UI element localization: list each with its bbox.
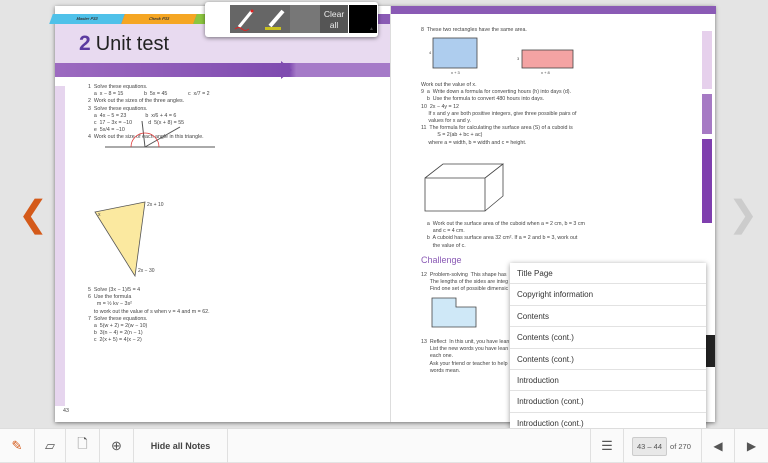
highlighter-icon (265, 9, 285, 30)
highlighter-tool-button[interactable] (260, 5, 290, 33)
text-line: each one. (421, 353, 454, 360)
side-tab[interactable] (702, 94, 712, 134)
label: 2x − 30 (138, 268, 155, 274)
text-line: a 5(w + 2) = 2(w − 10) (88, 323, 148, 330)
label: x + 3 (451, 70, 461, 75)
toc-menu-item[interactable]: Introduction (510, 370, 706, 392)
text-line: a 4x − 5 = 23 b x/6 + 4 = 6 (88, 112, 177, 119)
bottom-toolbar: ✎ ▱ 🗋 ⊕ Hide all Notes ☰ 43 – 44 of 270 … (0, 428, 768, 463)
toc-menu-item[interactable]: Title Page (510, 263, 706, 285)
text-line: the value of c. (421, 242, 466, 249)
previous-page-arrow[interactable]: ❮ (18, 196, 48, 232)
text-line: a x − 8 = 15 b 5x = 45 c x/7 = 2 (88, 91, 210, 98)
text-line: 12 Problem-solving This shape has (421, 272, 507, 278)
collapse-icon[interactable]: ▲ (369, 26, 374, 32)
pen-tool-button[interactable] (230, 5, 260, 33)
next-page-arrow[interactable]: ❯ (728, 196, 758, 232)
side-tab[interactable] (702, 139, 712, 223)
toc-menu-item[interactable]: Contents (510, 306, 706, 328)
page-range-input[interactable]: 43 – 44 (632, 436, 668, 456)
text-line: 5 Solve (3x − 1)/5 = 4 (88, 287, 141, 293)
arrow-head (281, 61, 292, 79)
text-line: 13 Reflect In this unit, you have lean (421, 339, 510, 345)
text-line: 9 a Write down a formula for converting … (421, 89, 572, 96)
toc-menu-item[interactable]: Contents (cont.) (510, 327, 706, 349)
clear-all-button[interactable]: Clear all (320, 5, 348, 33)
header-arrow-bar (55, 63, 390, 77)
label: 2x + 10 (147, 202, 164, 208)
text-line: 8 These two rectangles have the same are… (421, 27, 527, 33)
triangle-diagram: 2x + 10 2x − 30 x (94, 201, 164, 278)
side-strip (55, 86, 65, 406)
pen-icon (234, 9, 254, 31)
page-title: 2 Unit test (79, 32, 169, 56)
toc-menu-item[interactable]: Contents (cont.) (510, 349, 706, 370)
text-line: c 2(x + 5) = 4(x − 2) (88, 337, 142, 344)
text-line: b Use the formula to convert 480 hours i… (421, 96, 545, 103)
rectangles-diagram: 4 x + 3 3 x + 8 (429, 37, 574, 75)
challenge-heading: Challenge (421, 255, 462, 265)
text-line: 1 Solve these equations. (88, 84, 148, 90)
page-indicator: 43 – 44 of 270 (624, 429, 702, 463)
note-icon[interactable]: ▱ (35, 429, 66, 463)
text-line: List the new words you have lean (421, 346, 509, 353)
text-line: a Work out the surface area of the cuboi… (421, 221, 585, 227)
text-line: m = ½ kv − 3s² (88, 301, 132, 308)
text-line: Find one set of possible dimensic (421, 286, 509, 293)
text-line: 3 Solve these equations. (88, 105, 148, 112)
question-8: 8 These two rectangles have the same are… (421, 27, 527, 34)
side-tab-dark (705, 335, 715, 367)
page-icon[interactable]: 🗋 (66, 429, 100, 463)
question-13: 13 Reflect In this unit, you have lean L… (421, 339, 509, 375)
text-line: where a = width, b = width and c = heigh… (421, 139, 527, 146)
side-tab[interactable] (702, 31, 712, 89)
text-line: 2 Work out the sizes of the three angles… (88, 98, 185, 105)
toc-dropdown: Title Page Copyright information Contents C… (510, 263, 706, 430)
tab-master[interactable]: Master P33 (49, 14, 125, 24)
label: 3 (517, 56, 520, 61)
tab-check[interactable]: Check P33 (121, 14, 197, 24)
text-line: 10 2x − 4y = 12 (421, 103, 459, 110)
hide-notes-button[interactable]: Hide all Notes (134, 429, 228, 463)
text-line: and c = 4 cm. (421, 228, 465, 235)
question-11-parts: a Work out the surface area of the cuboi… (421, 221, 585, 250)
text-line: b 3(n − 4) = 2(n − 1) (88, 330, 143, 337)
prev-page-button[interactable]: ◀ (702, 429, 735, 463)
questions-5-7: 5 Solve (3x − 1)/5 = 46 Use the formula … (88, 287, 210, 345)
text-line: b A cuboid has surface area 32 cm². If a… (421, 235, 578, 242)
zoom-in-icon[interactable]: ⊕ (100, 429, 134, 463)
top-bar (391, 6, 716, 14)
angles-diagram (105, 121, 215, 148)
text-line: 11 The formula for calculating the surfa… (421, 125, 573, 132)
toc-list-icon[interactable]: ☰ (590, 429, 624, 463)
pencil-icon[interactable]: ✎ (0, 429, 35, 463)
text-line: Work out the value of x. (421, 82, 477, 88)
cuboid-diagram (424, 163, 505, 212)
text-line: words mean. (421, 367, 461, 374)
annotation-toolbar: Clear all ▲ (205, 2, 378, 37)
next-page-button[interactable]: ▶ (735, 429, 768, 463)
left-page: Master P33 Check P33 Stren 2Unit test 1 … (49, 6, 390, 422)
page-number: 43 (63, 408, 69, 414)
title-text: Unit test (95, 33, 170, 55)
empty-tool-button[interactable] (290, 5, 320, 33)
question-12: 12 Problem-solving This shape has The le… (421, 272, 508, 294)
text-line: The lengths of the sides are integ (421, 279, 509, 286)
questions-9-11: Work out the value of x. 9 a Write down a… (421, 82, 576, 147)
shape-diagram (431, 297, 477, 328)
text-line: If x and y are both positive integers, g… (421, 110, 577, 117)
text-line: values for x and y. (421, 118, 471, 125)
text-line: Ask your friend or teacher to help (421, 360, 508, 367)
label: x + 8 (541, 70, 551, 75)
text-line: 7 Solve these equations. (88, 315, 148, 322)
chapter-number: 2 (79, 32, 91, 55)
text-line: S = 2(ab + bc + ac) (421, 132, 483, 139)
page-total: of 270 (670, 441, 691, 451)
toc-menu-item[interactable]: Introduction (cont.) (510, 391, 706, 413)
label: 4 (429, 50, 432, 55)
toc-menu-item[interactable]: Copyright information (510, 284, 706, 306)
text-line: to work out the value of s when v = 4 an… (88, 308, 210, 315)
